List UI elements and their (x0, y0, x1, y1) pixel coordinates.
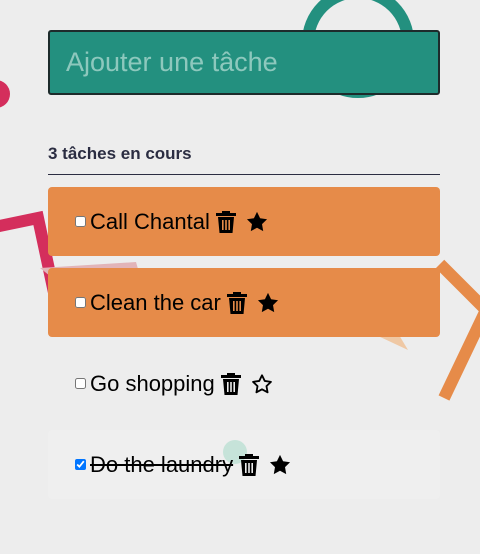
task-label: Go shopping (90, 370, 215, 396)
task-label: Call Chantal (90, 208, 210, 234)
task-item: Do the laundry (48, 430, 440, 499)
task-item: Go shopping (48, 349, 440, 418)
task-label: Clean the car (90, 289, 221, 315)
trash-icon[interactable] (220, 372, 241, 396)
star-filled-icon[interactable] (246, 211, 268, 232)
bg-orange-chevron (435, 259, 480, 401)
trash-icon[interactable] (215, 210, 236, 234)
task-checkbox[interactable] (75, 459, 86, 470)
todo-app: 3 tâches en cours Call Chantal Clean the… (48, 30, 440, 511)
task-label: Do the laundry (90, 451, 234, 477)
task-checkbox[interactable] (75, 297, 86, 308)
task-checkbox[interactable] (75, 216, 86, 227)
trash-icon[interactable] (239, 453, 260, 477)
task-item: Call Chantal (48, 187, 440, 256)
task-item: Clean the car (48, 268, 440, 337)
star-filled-icon[interactable] (269, 454, 291, 475)
bg-pink-dot (0, 80, 10, 108)
add-task-input[interactable] (48, 30, 440, 95)
trash-icon[interactable] (226, 291, 247, 315)
task-checkbox[interactable] (75, 378, 86, 389)
star-filled-icon[interactable] (257, 292, 279, 313)
task-count: 3 tâches en cours (48, 144, 440, 175)
task-list: Call Chantal Clean the car Go shopping D… (48, 187, 440, 499)
star-outline-icon[interactable] (251, 373, 273, 394)
